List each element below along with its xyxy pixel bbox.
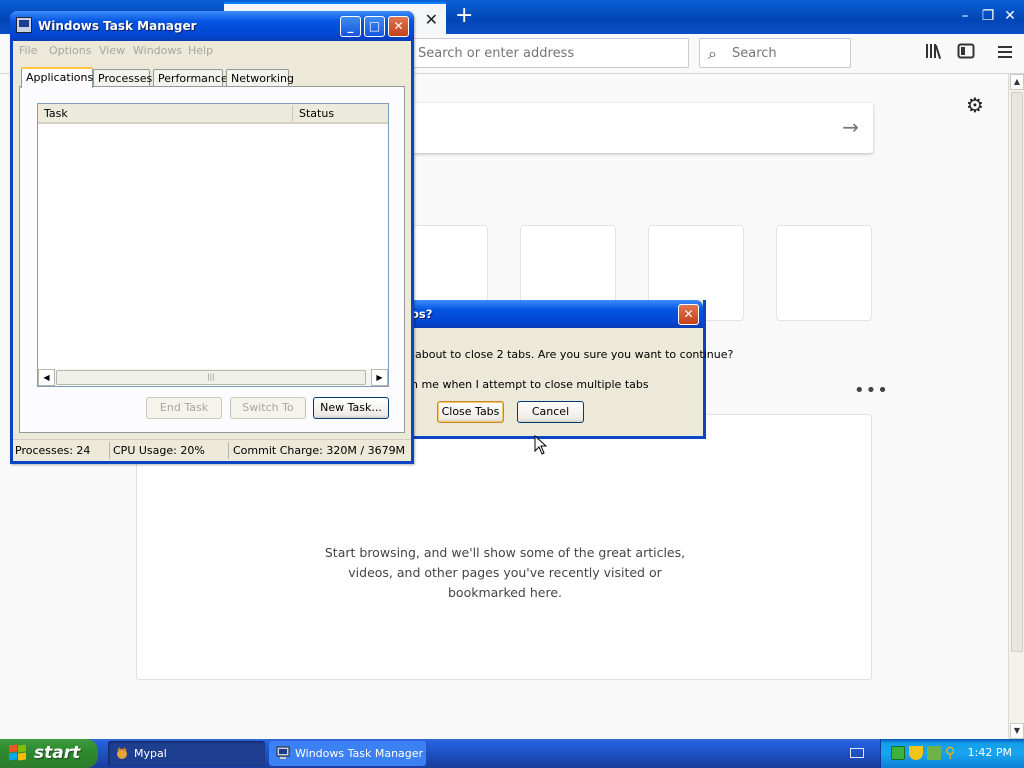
applications-panel: Task Status ◀ ||| ▶ End Task Switch To N… [19,86,405,433]
search-tray-icon[interactable]: ⚲ [945,746,959,760]
close-icon[interactable]: ✕ [1000,6,1020,26]
menu-windows[interactable]: Windows [133,44,182,57]
menu-options[interactable]: Options [49,44,91,57]
status-divider [228,442,229,459]
top-site-tile[interactable] [776,225,872,321]
taskbar: start Mypal Windows Task Manager ⚲ 1:42 … [0,739,1024,768]
settings-gear-icon[interactable]: ⚙ [966,93,984,117]
new-task-button[interactable]: New Task... [313,397,389,419]
status-commit: Commit Charge: 320M / 3679M [233,444,406,457]
window-title: Windows Task Manager [38,19,197,33]
column-task[interactable]: Task [44,107,68,120]
warn-checkbox-label[interactable]: n me when I attempt to close multiple ta… [411,378,649,391]
tab-strip: Applications Processes Performance Netwo… [19,67,405,88]
task-manager-window: Windows Task Manager _ □ ✕ File Options … [10,11,414,464]
menu-bar: File Options View Windows Help [13,41,411,61]
scroll-down-icon[interactable]: ▼ [1010,723,1024,739]
start-label: start [34,743,81,763]
start-button[interactable]: start [0,739,98,768]
new-tab-button[interactable]: + [455,2,473,30]
menu-view[interactable]: View [99,44,125,57]
search-icon: ⌕ [708,44,717,63]
tab-close-icon[interactable]: ✕ [425,10,438,29]
tab-applications[interactable]: Applications [21,67,93,88]
dialog-close-icon[interactable]: ✕ [678,304,699,325]
dialog-title: os? [411,307,433,321]
mouse-cursor-icon [534,435,548,455]
task-manager-titlebar[interactable]: Windows Task Manager _ □ ✕ [10,11,414,41]
scroll-thumb[interactable]: ||| [56,370,366,385]
column-divider[interactable] [292,106,293,121]
minimize-icon[interactable]: _ [340,16,361,37]
switch-to-button[interactable]: Switch To [230,397,306,419]
column-status[interactable]: Status [299,107,334,120]
library-icon[interactable] [923,43,945,65]
list-header: Task Status [38,104,388,124]
minimize-icon[interactable]: – [955,6,975,26]
taskbar-item-task-manager[interactable]: Windows Task Manager [269,741,426,766]
windows-logo-icon [9,744,27,761]
keyboard-icon[interactable] [850,748,864,758]
tab-networking[interactable]: Networking [226,69,294,87]
address-input[interactable] [406,39,688,67]
cancel-button[interactable]: Cancel [517,401,584,423]
mypal-app-icon [117,747,127,759]
status-cpu: CPU Usage: 20% [113,444,205,457]
status-divider [109,442,110,459]
taskbar-item-label: Windows Task Manager [295,747,424,760]
maximize-icon[interactable]: □ [364,16,385,37]
scroll-thumb[interactable] [1011,92,1023,652]
section-menu-icon[interactable]: ••• [854,380,889,401]
sidebar-icon[interactable] [955,43,977,65]
menu-file[interactable]: File [19,44,37,57]
task-manager-body: Applications Processes Performance Netwo… [19,67,405,433]
search-input[interactable] [700,39,850,67]
dialog-titlebar: os? ✕ [411,300,703,328]
scroll-right-icon[interactable]: ▶ [371,369,388,386]
tab-processes[interactable]: Processes [93,69,152,87]
clock: 1:42 PM [967,746,1012,759]
horizontal-scrollbar[interactable]: ◀ ||| ▶ [38,369,388,386]
newtab-search-box[interactable]: → [404,103,873,153]
close-icon[interactable]: ✕ [388,16,409,37]
network-icon[interactable] [891,746,905,760]
close-tabs-button[interactable]: Close Tabs [437,401,504,423]
highlights-empty-message: Start browsing, and we'll show some of t… [324,545,686,600]
vertical-scrollbar[interactable]: ▲ ▼ [1008,74,1024,739]
address-bar[interactable] [405,38,689,68]
restore-icon[interactable]: ❐ [978,6,998,26]
taskbar-item-label: Mypal [134,747,167,760]
task-list[interactable]: Task Status ◀ ||| ▶ [37,103,389,387]
menu-help[interactable]: Help [188,44,213,57]
end-task-button[interactable]: End Task [146,397,222,419]
menu-icon[interactable] [994,43,1016,65]
task-manager-app-icon [16,17,32,33]
security-icon[interactable] [927,746,941,760]
taskbar-item-mypal[interactable]: Mypal [108,741,265,766]
status-bar: Processes: 24 CPU Usage: 20% Commit Char… [13,439,411,461]
arrow-right-icon[interactable]: → [842,115,859,139]
scroll-left-icon[interactable]: ◀ [38,369,55,386]
search-bar[interactable]: ⌕ [699,38,851,68]
close-tabs-dialog: os? ✕ about to close 2 tabs. Are you sur… [411,300,733,439]
task-manager-app-icon [276,746,290,759]
shield-icon[interactable] [909,746,923,760]
status-processes: Processes: 24 [15,444,91,457]
tab-performance[interactable]: Performance [153,69,228,87]
scroll-up-icon[interactable]: ▲ [1010,74,1024,90]
system-tray: ⚲ 1:42 PM [880,739,1024,768]
dialog-message: about to close 2 tabs. Are you sure you … [415,348,734,361]
